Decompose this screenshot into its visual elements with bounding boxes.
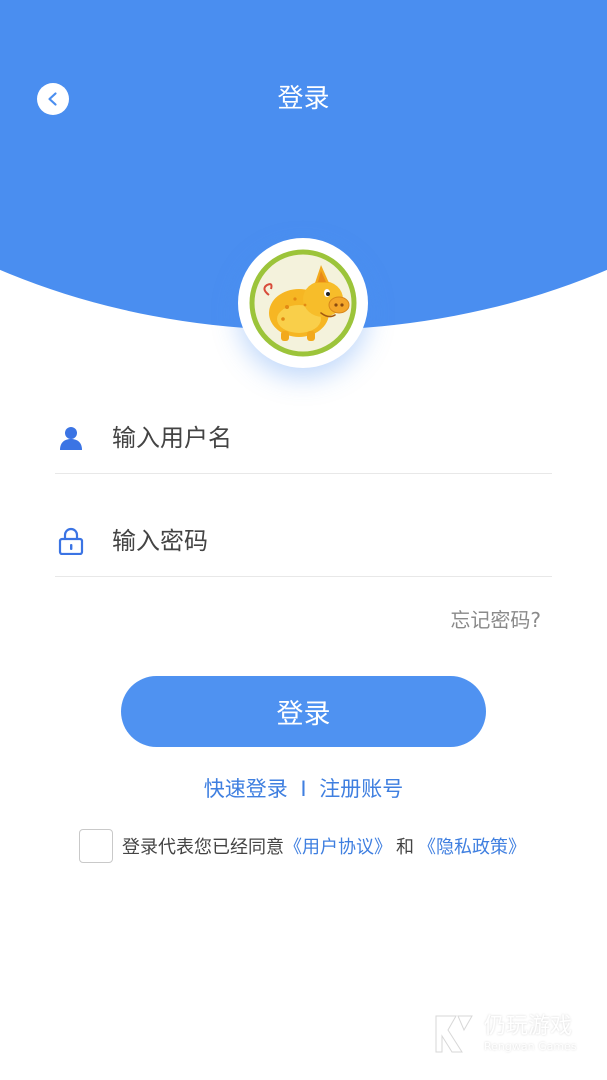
avatar: [238, 238, 368, 368]
watermark: 仍玩游戏 Rengwan Games: [432, 1012, 577, 1056]
agreement-prefix: 登录代表您已经同意: [122, 837, 284, 858]
agreement-checkbox[interactable]: [79, 829, 113, 863]
user-icon: [57, 424, 85, 452]
password-input[interactable]: [112, 527, 512, 555]
watermark-name-en: Rengwan Games: [484, 1040, 577, 1053]
user-agreement-link[interactable]: 《用户协议》: [284, 833, 392, 859]
agreement-and: 和: [396, 837, 414, 858]
privacy-policy-link[interactable]: 《隐私政策》: [418, 833, 526, 859]
login-button[interactable]: 登录: [121, 676, 486, 747]
quick-login-link[interactable]: 快速登录: [204, 777, 288, 801]
lock-icon: [57, 527, 85, 555]
watermark-logo-icon: [435, 1015, 473, 1053]
forgot-password-link[interactable]: 忘记密码?: [450, 604, 541, 633]
agreement-row: 登录代表您已经同意 《用户协议》 和 《隐私政策》: [79, 829, 526, 863]
password-field-row: [55, 506, 552, 577]
watermark-name-cn: 仍玩游戏: [484, 1014, 573, 1039]
login-links: 快速登录 I 注册账号: [0, 773, 607, 803]
username-field-row: [55, 403, 552, 474]
register-link[interactable]: 注册账号: [319, 777, 403, 801]
username-input[interactable]: [112, 424, 512, 452]
page-title: 登录: [277, 84, 330, 114]
pig-mascot-logo: [249, 249, 357, 357]
links-separator: I: [300, 777, 307, 801]
